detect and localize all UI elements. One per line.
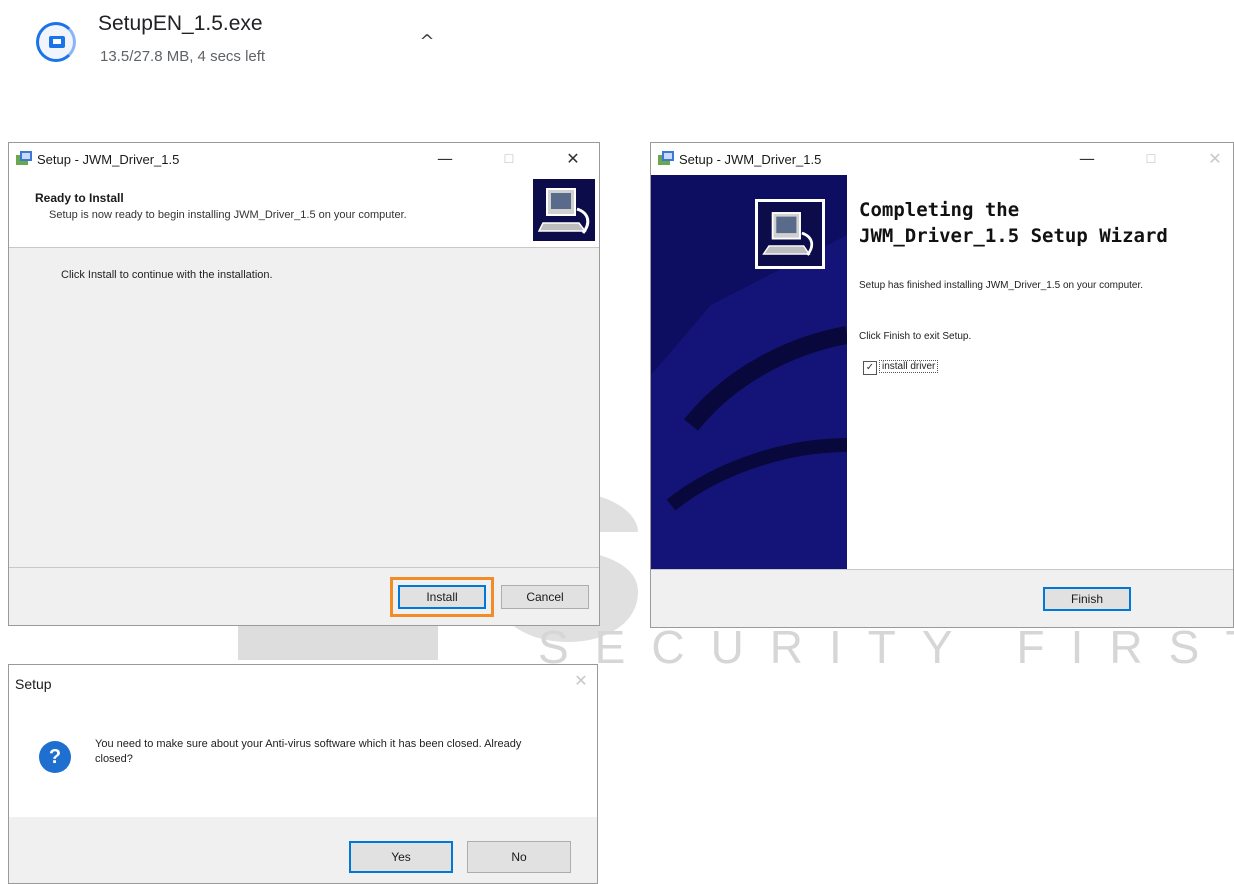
install-driver-checkbox[interactable]: ✓ bbox=[863, 361, 877, 375]
finished-text: Setup has finished installing JWM_Driver… bbox=[859, 280, 1144, 291]
setup-window-ready: Setup - JWM_Driver_1.5 — ☐ ✕ Ready to In… bbox=[8, 142, 600, 626]
window-title: Setup - JWM_Driver_1.5 bbox=[679, 152, 822, 167]
setup-app-icon bbox=[16, 151, 32, 165]
divider bbox=[651, 569, 1233, 570]
question-icon: ? bbox=[39, 741, 71, 773]
computer-icon bbox=[755, 199, 825, 269]
prompt-message: You need to make sure about your Anti-vi… bbox=[95, 738, 522, 765]
no-button[interactable]: No bbox=[467, 841, 571, 873]
yes-button[interactable]: Yes bbox=[349, 841, 453, 873]
title-bar: Setup ✕ bbox=[9, 665, 597, 697]
minimize-button[interactable]: — bbox=[1071, 147, 1103, 171]
divider bbox=[9, 567, 599, 568]
installer-file-icon bbox=[36, 22, 76, 62]
maximize-button: ☐ bbox=[503, 152, 515, 166]
title-bar: Setup - JWM_Driver_1.5 — ☐ ✕ bbox=[9, 143, 599, 175]
setup-window-complete: Setup - JWM_Driver_1.5 — ☐ ✕ Completing … bbox=[650, 142, 1234, 628]
computer-icon bbox=[533, 179, 595, 241]
chevron-up-icon[interactable]: ^ bbox=[412, 30, 442, 54]
instruction-text: Click Install to continue with the insta… bbox=[61, 269, 273, 281]
window-title: Setup - JWM_Driver_1.5 bbox=[37, 152, 180, 167]
maximize-button: ☐ bbox=[1145, 152, 1157, 166]
setup-app-icon bbox=[658, 151, 674, 165]
download-filename: SetupEN_1.5.exe bbox=[98, 12, 263, 35]
finish-button[interactable]: Finish bbox=[1043, 587, 1131, 611]
close-button: ✕ bbox=[1208, 149, 1222, 168]
header-title: Ready to Install bbox=[35, 191, 124, 205]
exit-text: Click Finish to exit Setup. bbox=[859, 331, 972, 342]
cancel-button[interactable]: Cancel bbox=[501, 585, 589, 609]
close-button: ✕ bbox=[574, 671, 588, 690]
wizard-content: Completing the JWM_Driver_1.5 Setup Wiza… bbox=[847, 175, 1233, 569]
dialog-title: Setup bbox=[15, 676, 52, 692]
close-button[interactable]: ✕ bbox=[557, 147, 589, 171]
title-bar: Setup - JWM_Driver_1.5 — ☐ ✕ bbox=[651, 143, 1233, 175]
minimize-button[interactable]: — bbox=[429, 147, 461, 171]
wizard-sidebar bbox=[651, 175, 847, 569]
heading-line-1: Completing the bbox=[859, 199, 1020, 221]
download-item[interactable]: SetupEN_1.5.exe 13.5/27.8 MB, 4 secs lef… bbox=[30, 8, 460, 78]
install-button[interactable]: Install bbox=[398, 585, 486, 609]
wizard-header: Ready to Install Setup is now ready to b… bbox=[9, 175, 599, 248]
install-driver-label[interactable]: install driver bbox=[879, 360, 939, 373]
completion-heading: Completing the JWM_Driver_1.5 Setup Wiza… bbox=[859, 197, 1168, 249]
download-status: 13.5/27.8 MB, 4 secs left bbox=[100, 48, 266, 65]
heading-line-2: JWM_Driver_1.5 Setup Wizard bbox=[859, 225, 1168, 247]
header-subtitle: Setup is now ready to begin installing J… bbox=[49, 209, 407, 221]
setup-prompt-dialog: Setup ✕ ? You need to make sure about yo… bbox=[8, 664, 598, 884]
